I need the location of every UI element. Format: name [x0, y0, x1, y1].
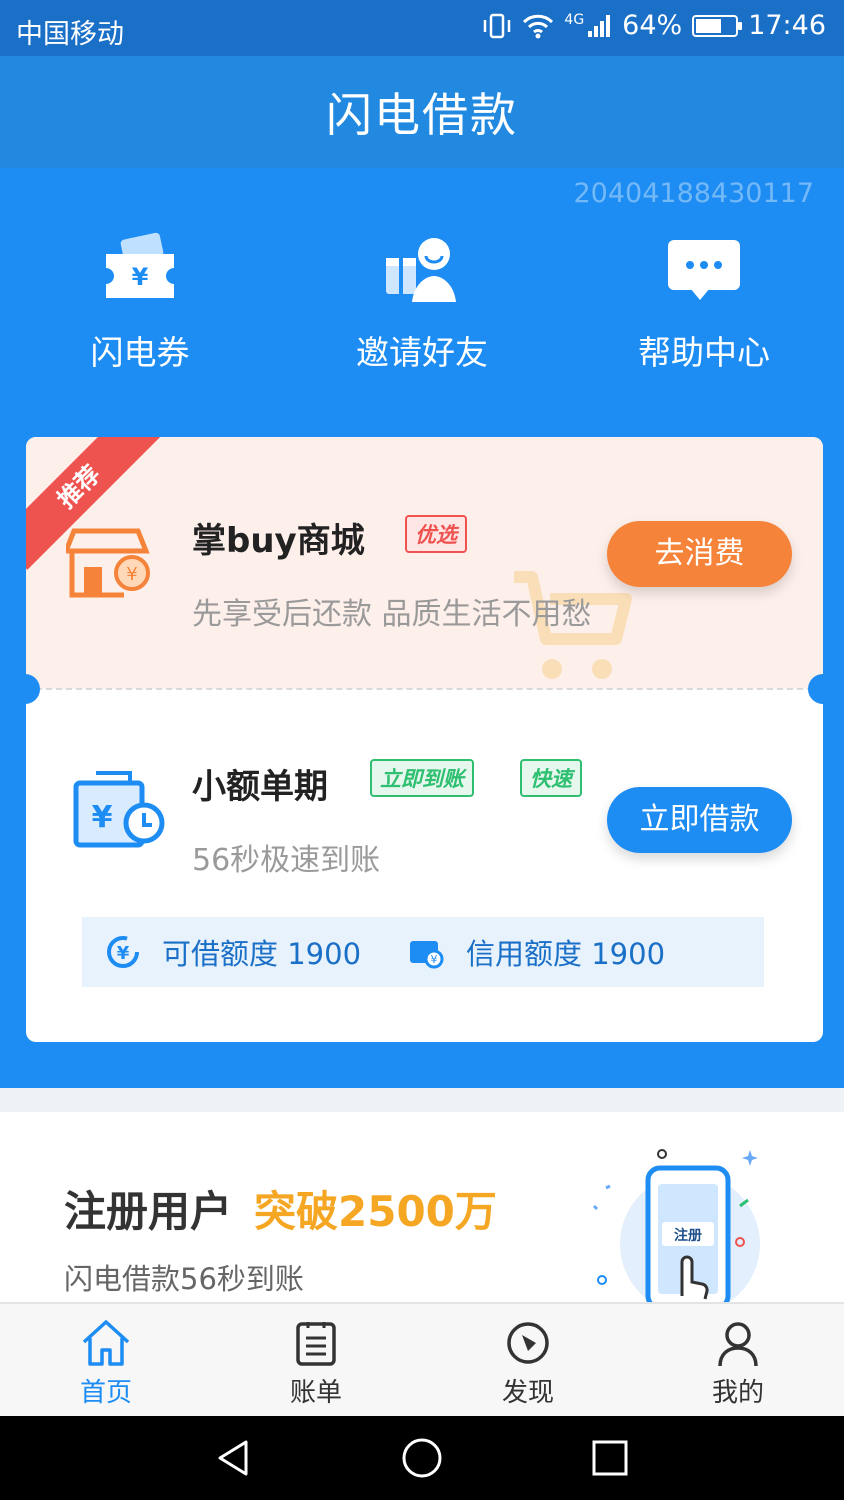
battery-percent: 64%	[622, 10, 683, 41]
promo-subtitle: 闪电借款56秒到账	[64, 1262, 304, 1296]
network-type: 4G	[564, 11, 585, 28]
yuan-circle-icon: ¥	[107, 936, 139, 968]
recent-apps-icon[interactable]	[590, 1438, 630, 1478]
promo-banner[interactable]: 注册用户 突破2500万 闪电借款56秒到账 注册	[0, 1112, 844, 1302]
available-limit: ¥ 可借额度 1900	[106, 917, 361, 987]
borrow-now-button[interactable]: 立即借款	[607, 787, 792, 853]
tab-discover[interactable]: 发现	[458, 1318, 598, 1409]
tab-profile-label: 我的	[711, 1378, 764, 1408]
phone-register-label: 注册	[674, 1227, 702, 1244]
loan-subtitle: 56秒极速到账	[192, 843, 381, 878]
tab-discover-label: 发现	[501, 1378, 554, 1408]
quick-action-invite[interactable]: 邀请好友	[312, 230, 532, 374]
quick-action-coupon[interactable]: ¥ 闪电券	[30, 230, 250, 374]
featured-subtitle: 先享受后还款 品质生活不用愁	[192, 597, 592, 632]
carrier-name: 中国移动	[16, 19, 124, 50]
register-phone-illustration: 注册	[592, 1149, 760, 1302]
clock: 17:46	[748, 10, 826, 41]
tab-bill-label: 账单	[289, 1378, 342, 1408]
credit-limit: ¥ 信用额度 1900	[408, 917, 665, 987]
tab-profile[interactable]: 我的	[668, 1318, 808, 1409]
dashed-divider	[26, 688, 823, 690]
card-notch-right	[808, 674, 838, 704]
svg-text:¥: ¥	[126, 564, 137, 585]
featured-product[interactable]: 推荐 ¥ 掌buy商城 优选 先享受后还款 品质生活不用愁 去消费	[26, 437, 823, 689]
available-limit-label: 可借额度 1900	[162, 937, 362, 971]
featured-tag: 优选	[405, 515, 467, 553]
quick-action-label: 闪电券	[90, 333, 190, 372]
quick-action-label: 帮助中心	[638, 333, 770, 372]
svg-text:¥: ¥	[92, 800, 113, 835]
user-id: 20404188430117	[573, 178, 815, 209]
tab-home[interactable]: 首页	[36, 1318, 176, 1409]
app-header: 闪电借款	[0, 56, 844, 168]
user-icon	[718, 1322, 758, 1367]
quick-action-label: 邀请好友	[356, 333, 488, 372]
promo-title-text: 注册用户	[64, 1187, 233, 1236]
promo-highlight: 突破2500万	[254, 1187, 497, 1236]
system-navigation-bar	[0, 1416, 844, 1500]
loan-bag-icon: ¥	[73, 771, 165, 848]
shop-icon: ¥	[66, 528, 150, 598]
bottom-tab-bar: 首页 账单 发现 我的	[0, 1302, 844, 1416]
quick-action-help[interactable]: 帮助中心	[594, 230, 814, 374]
compass-icon	[507, 1322, 549, 1364]
featured-product-title: 掌buy商城	[192, 521, 365, 561]
home-icon	[82, 1320, 130, 1366]
product-card: 推荐 ¥ 掌buy商城 优选 先享受后还款 品质生活不用愁 去消费 ¥ 小额单期…	[26, 437, 823, 1042]
svg-text:¥: ¥	[431, 953, 438, 966]
credit-limits: ¥ 可借额度 1900 ¥ 信用额度 1900	[82, 917, 764, 987]
tab-home-label: 首页	[79, 1378, 132, 1408]
consume-button[interactable]: 去消费	[607, 521, 792, 587]
bill-icon	[296, 1322, 336, 1366]
coupon-icon: ¥	[106, 232, 174, 298]
chat-bubble-icon	[668, 240, 740, 300]
wifi-icon	[523, 14, 554, 38]
tab-bill[interactable]: 账单	[246, 1318, 386, 1409]
status-icons: 4G 64% 17:46	[482, 10, 826, 41]
battery-icon	[692, 14, 743, 37]
status-bar: 中国移动 4G 64% 17:46	[0, 0, 844, 56]
back-icon[interactable]	[214, 1438, 254, 1478]
credit-limit-label: 信用额度 1900	[466, 937, 666, 971]
vibrate-icon	[484, 13, 511, 38]
card-notch-left	[10, 674, 40, 704]
battery-fill	[696, 18, 721, 33]
page-title: 闪电借款	[326, 88, 518, 142]
home-button-icon[interactable]	[400, 1436, 444, 1480]
invite-friend-icon	[386, 238, 456, 302]
promo-title: 注册用户 突破2500万	[64, 1178, 497, 1239]
fast-tag: 快速	[520, 759, 582, 797]
loan-product-title: 小额单期	[192, 767, 328, 807]
instant-tag: 立即到账	[370, 759, 474, 797]
svg-text:¥: ¥	[132, 263, 149, 291]
svg-text:¥: ¥	[117, 943, 130, 964]
credit-card-icon: ¥	[410, 941, 444, 969]
signal-icon	[588, 14, 611, 37]
